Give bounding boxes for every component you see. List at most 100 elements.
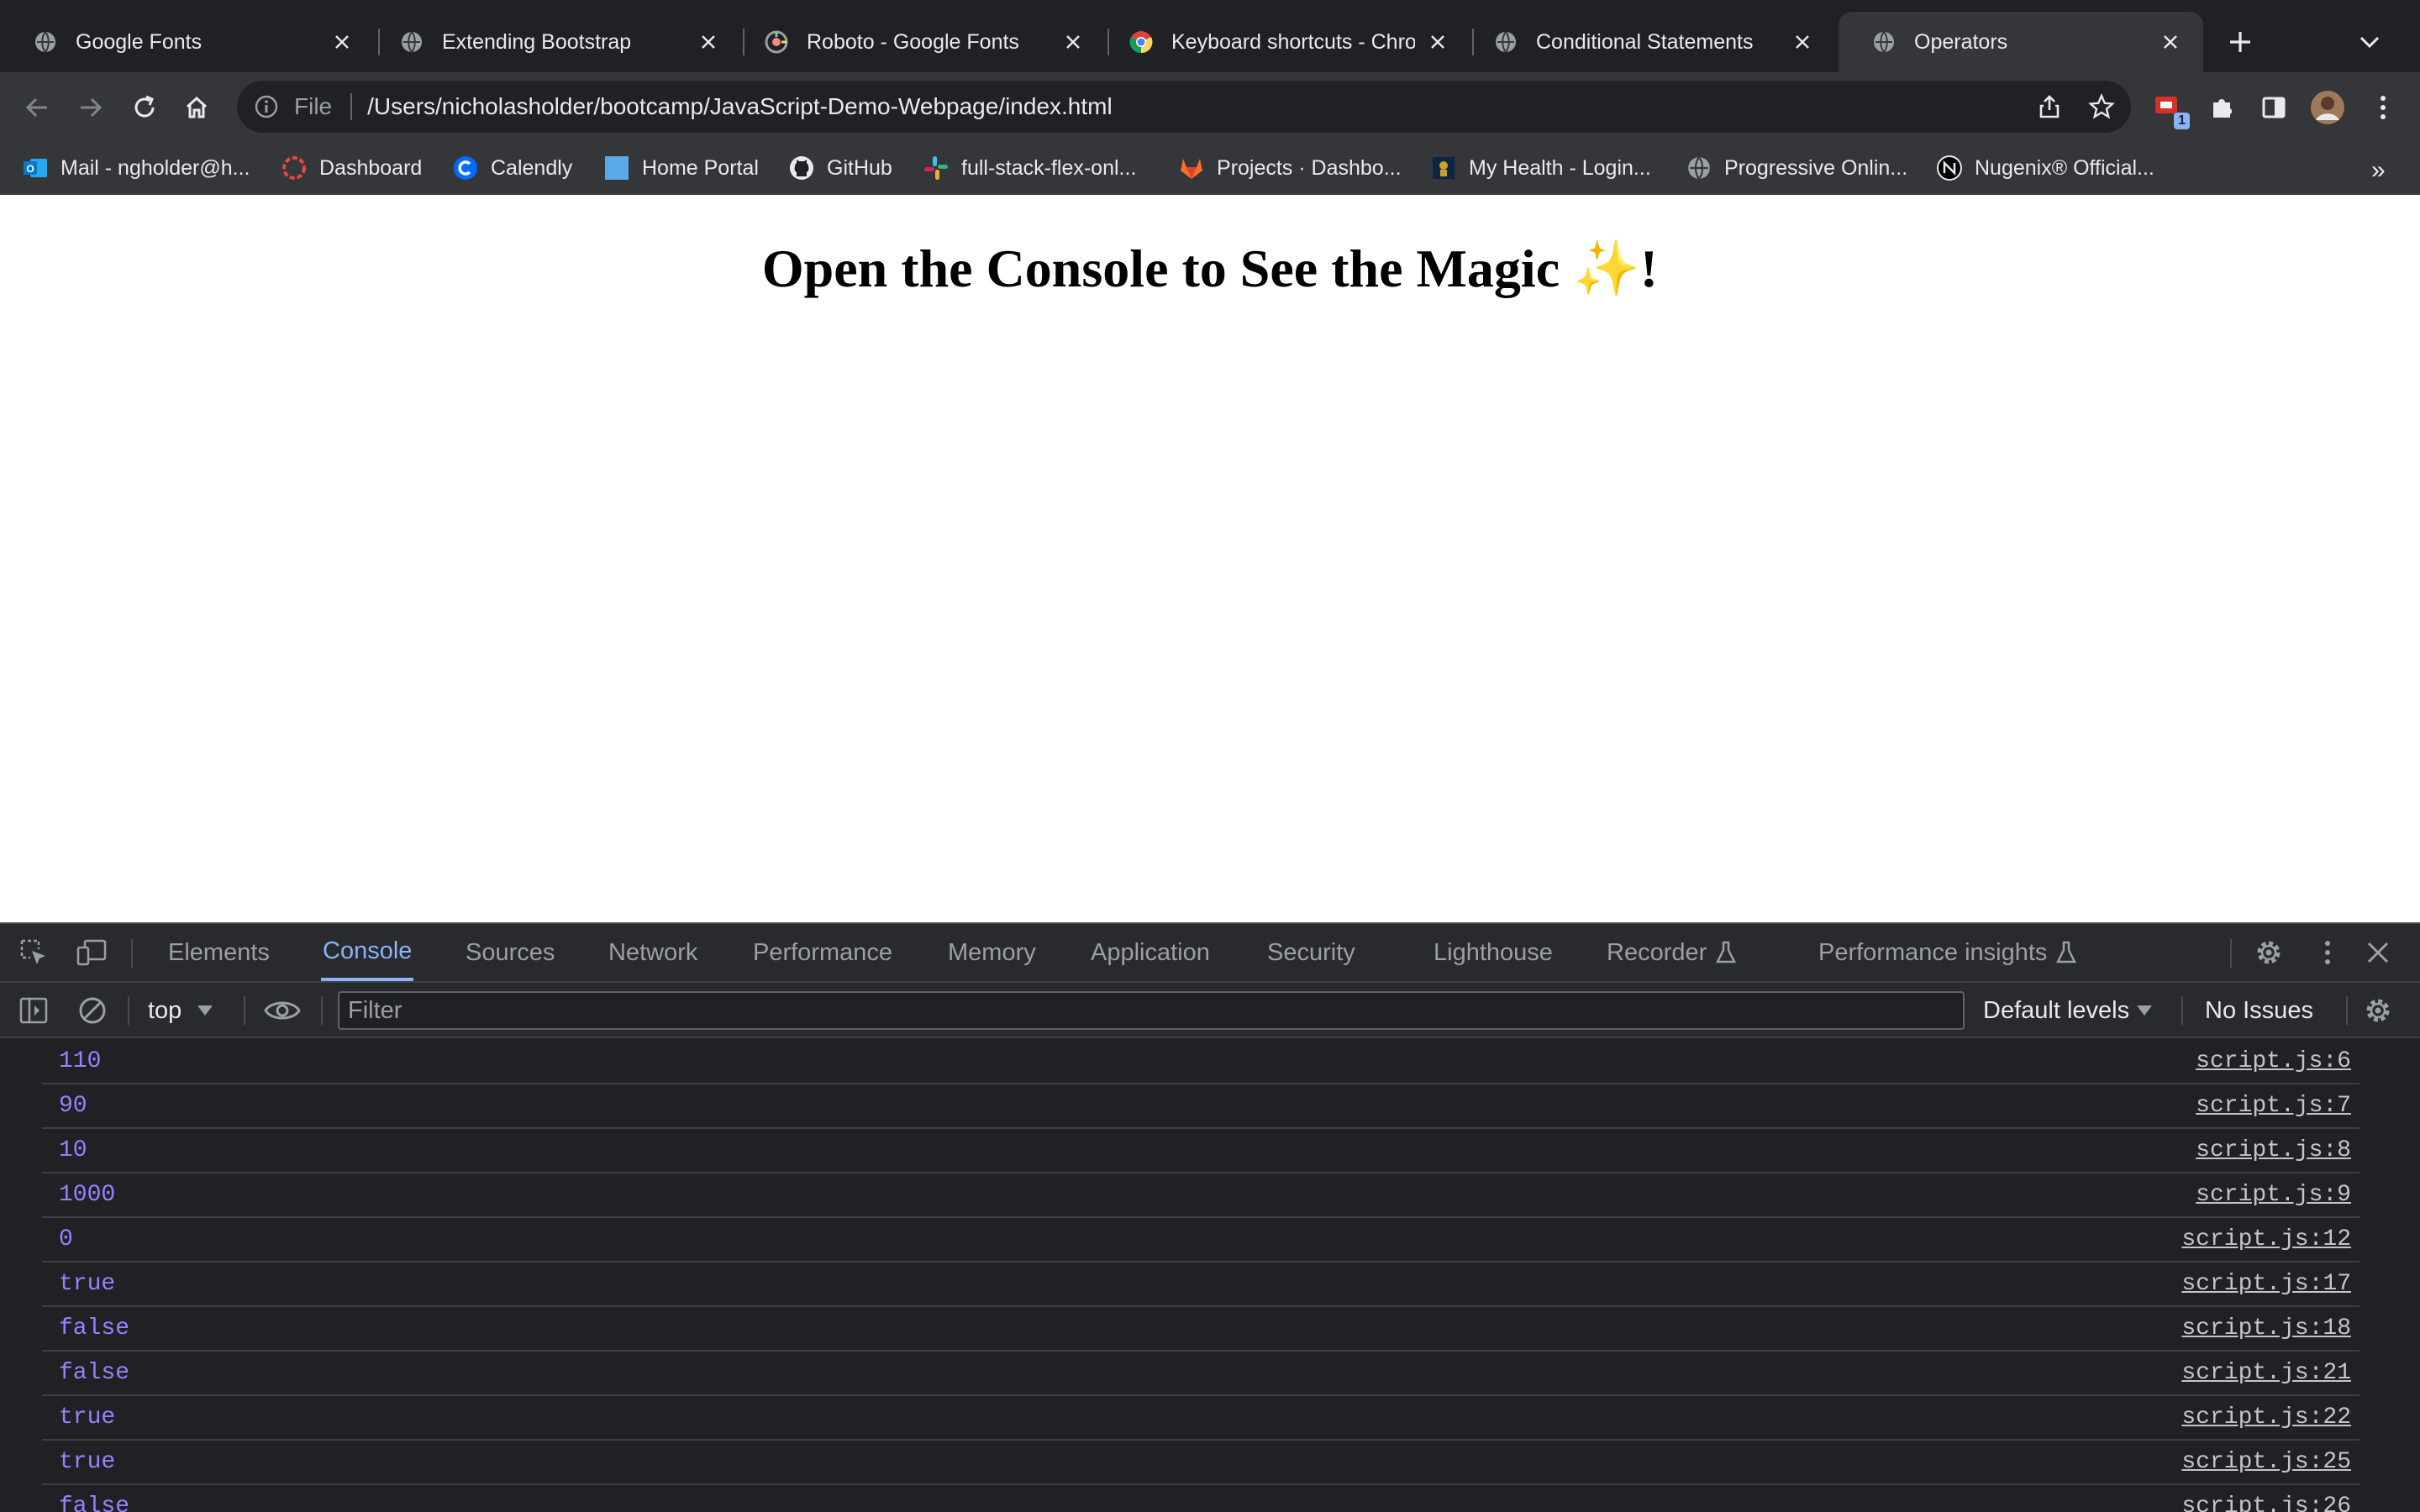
clear-console-icon[interactable] [76, 994, 109, 1027]
tab-google-fonts[interactable]: Google Fonts [0, 12, 375, 72]
bookmark-full-stack-flex[interactable]: full-stack-flex-onl... [923, 153, 1136, 183]
context-label: top [148, 996, 182, 1024]
log-source-link[interactable]: script.js:25 [2181, 1449, 2351, 1475]
info-icon[interactable] [254, 94, 279, 119]
close-tab-icon[interactable] [1060, 29, 1086, 55]
console-message: 1000 script.js:9 [42, 1173, 2360, 1218]
github-icon [788, 155, 815, 181]
plus-icon [2230, 32, 2250, 52]
url-text[interactable]: /Users/nicholasholder/bootcamp/JavaScrip… [367, 93, 1113, 120]
tab-security[interactable]: Security [1267, 924, 1355, 981]
share-icon[interactable] [2035, 92, 2064, 121]
bookmark-progressive-online[interactable]: Progressive Onlin... [1686, 153, 1907, 183]
address-bar[interactable]: File /Users/nicholasholder/bootcamp/Java… [237, 81, 2131, 133]
log-source-link[interactable]: script.js:18 [2181, 1315, 2351, 1341]
device-toolbar-icon[interactable] [76, 936, 109, 969]
tab-keyboard-shortcuts[interactable]: Keyboard shortcuts - Chrome [1096, 12, 1470, 72]
tab-operators[interactable]: Operators [1839, 12, 2203, 72]
experimental-flask-icon [1716, 941, 1737, 963]
console-settings-icon[interactable] [2361, 994, 2395, 1027]
tab-extending-bootstrap[interactable]: Extending Bootstrap [366, 12, 741, 72]
tab-elements[interactable]: Elements [168, 924, 270, 981]
tab-conditional-statements[interactable]: Conditional Statements [1460, 12, 1835, 72]
close-tab-icon[interactable] [2158, 29, 2183, 55]
toolbar-divider [2346, 996, 2348, 1025]
inspect-element-icon[interactable] [17, 936, 50, 969]
reload-button[interactable] [126, 89, 163, 126]
show-sidebar-icon[interactable] [17, 994, 50, 1027]
close-tab-icon[interactable] [1790, 29, 1815, 55]
kebab-menu-icon [2381, 96, 2386, 119]
close-tab-icon[interactable] [696, 29, 721, 55]
tab-recorder[interactable]: Recorder [1607, 924, 1737, 981]
bookmark-nugenix[interactable]: Nugenix® Official... [1936, 153, 2154, 183]
devtools-more-icon[interactable] [2311, 936, 2344, 969]
issues-counter[interactable]: No Issues [2205, 995, 2313, 1026]
tab-performance[interactable]: Performance [753, 924, 892, 981]
devtools-close-icon[interactable] [2361, 936, 2395, 969]
tab-network[interactable]: Network [608, 924, 697, 981]
context-selector[interactable]: top [148, 995, 213, 1026]
puzzle-icon [2213, 99, 2233, 118]
extension-button[interactable]: 1 [2148, 87, 2190, 129]
home-button[interactable] [178, 89, 215, 126]
bookmark-star-icon[interactable] [2087, 92, 2116, 121]
bookmark-calendly[interactable]: Calendly [452, 153, 572, 183]
globe-icon [1494, 30, 1518, 54]
console-message: 90 script.js:7 [42, 1084, 2360, 1129]
chrome-menu-button[interactable] [2363, 87, 2403, 128]
console-message: false script.js:18 [42, 1307, 2360, 1352]
log-source-link[interactable]: script.js:22 [2181, 1404, 2351, 1431]
new-tab-button[interactable] [2223, 25, 2257, 59]
more-bookmarks-chevron-icon[interactable]: » [2371, 156, 2386, 185]
bookmark-mail[interactable]: O Mail - ngholder@h... [22, 153, 250, 183]
log-value: 10 [59, 1137, 87, 1163]
log-levels-label: Default levels [1983, 996, 2130, 1024]
extensions-menu-button[interactable] [2202, 87, 2242, 128]
console-toolbar: top Default levels No Issues [0, 983, 2420, 1038]
log-source-link[interactable]: script.js:26 [2181, 1494, 2351, 1512]
tab-lighthouse[interactable]: Lighthouse [1434, 924, 1553, 981]
log-source-link[interactable]: script.js:6 [2196, 1048, 2351, 1074]
log-source-link[interactable]: script.js:12 [2181, 1226, 2351, 1252]
outlook-icon: O [22, 155, 49, 181]
close-tab-icon[interactable] [329, 29, 355, 55]
log-source-link[interactable]: script.js:8 [2196, 1137, 2351, 1163]
slack-icon [923, 155, 950, 181]
log-levels-dropdown[interactable]: Default levels [1983, 995, 2153, 1026]
console-message: 110 script.js:6 [42, 1040, 2360, 1084]
bookmark-label: Progressive Onlin... [1724, 155, 1908, 180]
tab-search-button[interactable] [2353, 27, 2386, 57]
profile-avatar[interactable] [2307, 87, 2348, 128]
close-tab-icon[interactable] [1425, 29, 1450, 55]
log-source-link[interactable]: script.js:21 [2181, 1360, 2351, 1386]
console-filter[interactable] [338, 991, 1965, 1030]
tab-console[interactable]: Console [321, 924, 414, 981]
bookmark-github[interactable]: GitHub [788, 153, 892, 183]
forward-button[interactable] [72, 89, 109, 126]
live-expression-eye-icon[interactable] [262, 994, 302, 1027]
dashboard-icon [281, 155, 308, 181]
log-source-link[interactable]: script.js:9 [2196, 1182, 2351, 1208]
side-panel-button[interactable] [2254, 87, 2294, 128]
console-message: 0 script.js:12 [42, 1218, 2360, 1263]
bookmark-dashboard[interactable]: Dashboard [281, 153, 422, 183]
bookmark-label: Mail - ngholder@h... [60, 155, 250, 180]
log-source-link[interactable]: script.js:7 [2196, 1093, 2351, 1119]
home-icon [186, 96, 208, 118]
filter-input[interactable] [339, 993, 1963, 1028]
tab-memory[interactable]: Memory [948, 924, 1036, 981]
google-fonts-icon [765, 30, 788, 54]
tab-application[interactable]: Application [1091, 924, 1210, 981]
bookmark-my-health[interactable]: My Health - Login... [1430, 153, 1651, 183]
bookmark-projects-dashboard[interactable]: Projects · Dashbo... [1178, 153, 1402, 183]
log-source-link[interactable]: script.js:17 [2181, 1271, 2351, 1297]
bookmark-home-portal[interactable]: Home Portal [603, 153, 759, 183]
forward-arrow-icon [81, 97, 103, 118]
back-button[interactable] [18, 89, 55, 126]
devtools-settings-icon[interactable] [2252, 936, 2286, 969]
tab-performance-insights[interactable]: Performance insights [1818, 924, 2077, 981]
tab-roboto-google-fonts[interactable]: Roboto - Google Fonts [731, 12, 1106, 72]
tab-sources[interactable]: Sources [466, 924, 555, 981]
tab-title: Conditional Statements [1536, 29, 1754, 54]
